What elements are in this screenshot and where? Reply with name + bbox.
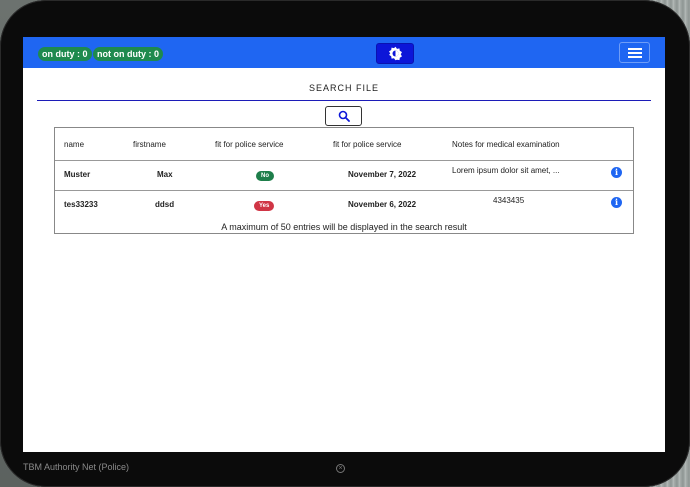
cell-date: November 7, 2022 bbox=[348, 170, 417, 179]
home-button-icon[interactable]: × bbox=[336, 464, 345, 473]
column-header-notes: Notes for medical examination bbox=[452, 140, 560, 149]
row-divider bbox=[55, 160, 633, 161]
on-duty-badge: on duty : 0 bbox=[38, 47, 92, 61]
fit-badge: Yes bbox=[254, 201, 275, 211]
row-divider bbox=[55, 190, 633, 191]
cell-firstname: Max bbox=[157, 170, 173, 179]
theme-toggle-button[interactable] bbox=[376, 43, 414, 64]
column-header-fit: fit for police service bbox=[215, 140, 284, 149]
menu-toggle-button[interactable] bbox=[619, 42, 650, 63]
top-navbar: on duty : 0 not on duty : 0 bbox=[23, 37, 665, 68]
cell-notes: 4343435 bbox=[493, 196, 525, 205]
device-footer-label: TBM Authority Net (Police) bbox=[23, 462, 130, 472]
info-icon[interactable]: i bbox=[611, 197, 622, 208]
results-table: name firstname fit for police service fi… bbox=[54, 127, 634, 234]
title-divider bbox=[37, 100, 651, 101]
info-icon[interactable]: i bbox=[611, 167, 622, 178]
brightness-icon bbox=[389, 46, 402, 61]
app-screen: on duty : 0 not on duty : 0 SEARCH FILE bbox=[23, 37, 665, 452]
cell-date: November 6, 2022 bbox=[348, 200, 417, 209]
column-header-firstname: firstname bbox=[133, 140, 166, 149]
cell-name: tes33233 bbox=[64, 200, 98, 209]
cell-firstname: ddsd bbox=[155, 200, 175, 209]
results-limit-note: A maximum of 50 entries will be displaye… bbox=[221, 222, 467, 232]
column-header-fit-date: fit for police service bbox=[333, 140, 402, 149]
cell-name: Muster bbox=[64, 170, 91, 179]
search-button[interactable] bbox=[325, 106, 362, 126]
column-header-name: name bbox=[64, 140, 85, 149]
hamburger-icon-line bbox=[628, 56, 642, 58]
not-on-duty-badge: not on duty : 0 bbox=[93, 47, 163, 61]
tablet-frame: on duty : 0 not on duty : 0 SEARCH FILE bbox=[0, 0, 690, 487]
cell-notes: Lorem ipsum dolor sit amet, ... bbox=[452, 166, 560, 175]
search-icon bbox=[338, 110, 350, 122]
search-title: SEARCH FILE bbox=[308, 83, 379, 93]
hamburger-icon-line bbox=[628, 52, 642, 54]
fit-badge: No bbox=[256, 171, 274, 181]
hamburger-icon-line bbox=[628, 48, 642, 50]
